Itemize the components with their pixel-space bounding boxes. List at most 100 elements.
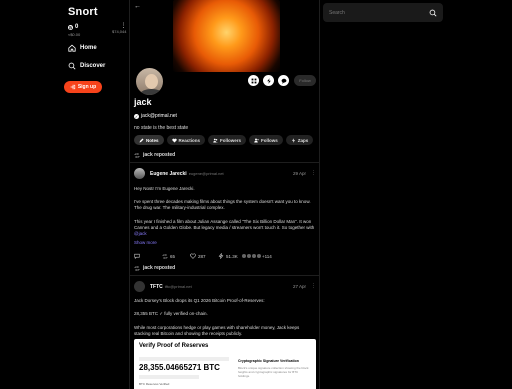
tab-follows[interactable]: Follows bbox=[249, 135, 283, 145]
tab-followers[interactable]: Followers bbox=[208, 135, 247, 145]
search-box[interactable] bbox=[323, 3, 443, 22]
verified-icon: ✓ bbox=[134, 113, 139, 119]
embed-text-placeholder bbox=[139, 357, 229, 361]
wallet-balance[interactable]: ₿ 0 ≈$0.00 bbox=[68, 24, 80, 38]
repost-header: jack reposted bbox=[134, 152, 175, 158]
note-text-line: Hey Nostr I'm Eugene Jarecki. bbox=[134, 186, 195, 191]
profile-name: jack bbox=[134, 97, 152, 107]
zap-icon bbox=[218, 253, 224, 259]
user-plus-icon bbox=[254, 138, 259, 142]
author-nip05: tftc@primal.net bbox=[164, 284, 192, 289]
note-date[interactable]: 27 Apr bbox=[293, 284, 306, 289]
repost-icon bbox=[162, 253, 168, 259]
nav-label: Discover bbox=[80, 63, 106, 69]
search-input[interactable] bbox=[329, 9, 419, 16]
zapper-avatar bbox=[242, 254, 246, 258]
zapper-avatar bbox=[257, 254, 261, 258]
author-nip05: eugene@primal.net bbox=[188, 171, 224, 176]
note-menu-icon[interactable]: ⋮ bbox=[311, 283, 316, 289]
zap-count: 51.3K bbox=[226, 253, 238, 259]
repost-label: jack reposted bbox=[143, 265, 176, 271]
show-more-link[interactable]: Show more bbox=[134, 240, 157, 245]
app-logo[interactable]: Snort bbox=[68, 6, 98, 18]
divider bbox=[130, 162, 319, 163]
note-text-paragraph: While most corporations hedge or play ga… bbox=[134, 325, 300, 337]
nav-label: Home bbox=[80, 45, 97, 51]
nip05-text: jack@primal.net bbox=[141, 113, 177, 119]
zapper-avatar bbox=[252, 254, 256, 258]
note-text-paragraph: I've spent three decades making films ab… bbox=[134, 199, 311, 211]
tab-reactions[interactable]: Reactions bbox=[166, 135, 206, 145]
note-text-paragraph: This year I finished a film about Julian… bbox=[134, 219, 316, 238]
search-icon bbox=[68, 62, 76, 70]
embedded-image[interactable]: Verify Proof of Reserves 28,355.04665271… bbox=[134, 339, 316, 389]
tab-label: Follows bbox=[261, 137, 278, 143]
heart-icon bbox=[171, 138, 177, 142]
like-button[interactable]: 287 bbox=[190, 253, 218, 259]
profile-avatar bbox=[134, 66, 165, 97]
users-icon bbox=[213, 138, 218, 142]
profile-column: ← Follow jack ✓ jack@primal.net no state… bbox=[129, 0, 320, 389]
login-icon bbox=[70, 84, 75, 90]
chat-icon bbox=[281, 78, 286, 84]
embed-right-text: Block's unique signature collection show… bbox=[238, 366, 309, 378]
left-sidebar: Snort ₿ 0 ≈$0.00 ⋮ $74,044 Home Discover… bbox=[0, 0, 129, 389]
embed-heading: Verify Proof of Reserves bbox=[139, 343, 209, 349]
note-date[interactable]: 29 Apr bbox=[293, 171, 306, 176]
tab-label: Reactions bbox=[178, 137, 201, 143]
qr-code-button[interactable] bbox=[248, 75, 259, 86]
tab-notes[interactable]: Notes bbox=[134, 135, 164, 145]
balance-value: 0 bbox=[75, 24, 79, 30]
profile-tabs: Notes Reactions Followers Follows Zaps bbox=[134, 135, 314, 145]
wallet-rate: ⋮ $74,044 bbox=[112, 23, 127, 34]
profile-about: no state is the best state bbox=[134, 125, 189, 131]
like-count: 287 bbox=[198, 253, 206, 259]
top-zappers[interactable]: +114 bbox=[242, 254, 272, 259]
nav-item-discover[interactable]: Discover bbox=[68, 62, 105, 70]
repost-label: jack reposted bbox=[143, 152, 176, 158]
reply-icon bbox=[134, 253, 140, 259]
zap-icon bbox=[266, 77, 271, 84]
tab-label: Followers bbox=[220, 137, 242, 143]
note-menu-icon[interactable]: ⋮ bbox=[311, 170, 316, 176]
qr-icon bbox=[251, 78, 256, 83]
follow-button[interactable]: Follow bbox=[294, 75, 316, 86]
reply-button[interactable] bbox=[134, 253, 162, 259]
repost-icon bbox=[134, 265, 140, 271]
back-arrow-icon[interactable]: ← bbox=[134, 3, 141, 10]
note-actions: 65 287 51.3K +114 bbox=[134, 253, 316, 259]
note-avatar[interactable] bbox=[134, 281, 145, 292]
tab-label: Notes bbox=[146, 137, 159, 143]
repost-count: 65 bbox=[170, 253, 176, 259]
note-text-span: This year I finished a film about Julian… bbox=[134, 219, 315, 231]
zap-button[interactable]: 51.3K bbox=[218, 253, 242, 259]
mention-link[interactable]: @jack bbox=[134, 231, 147, 236]
zap-icon bbox=[291, 137, 295, 143]
embed-amount: 28,355.04665271 BTC bbox=[139, 363, 220, 372]
note-avatar[interactable] bbox=[134, 168, 145, 179]
tab-zaps[interactable]: Zaps bbox=[285, 135, 314, 145]
btc-rate: $74,044 bbox=[112, 29, 127, 34]
heart-icon bbox=[190, 253, 196, 259]
repost-button[interactable]: 65 bbox=[162, 254, 190, 259]
repost-header: jack reposted bbox=[134, 265, 175, 271]
nav-item-home[interactable]: Home bbox=[68, 44, 97, 52]
note-author[interactable]: TFTC tftc@primal.net bbox=[150, 284, 192, 290]
profile-nip05[interactable]: ✓ jack@primal.net bbox=[134, 113, 177, 119]
zap-button[interactable] bbox=[263, 75, 274, 86]
signup-button[interactable]: Sign up bbox=[64, 81, 102, 93]
home-icon bbox=[68, 44, 76, 52]
author-name: TFTC bbox=[150, 284, 163, 290]
note-text-line: Jack Dorsey's Block drops its Q1 2026 Bi… bbox=[134, 298, 265, 303]
embed-text-placeholder bbox=[139, 375, 199, 379]
message-button[interactable] bbox=[278, 75, 289, 86]
signup-label: Sign up bbox=[77, 84, 97, 90]
embed-right-heading: Cryptographic Signature Verification bbox=[238, 359, 299, 363]
bitcoin-icon: ₿ bbox=[68, 24, 73, 30]
tab-label: Zaps bbox=[297, 137, 309, 143]
repost-icon bbox=[134, 152, 140, 158]
note-author[interactable]: Eugene Jarecki eugene@primal.net bbox=[150, 171, 224, 177]
pencil-icon bbox=[139, 138, 144, 142]
search-icon[interactable] bbox=[429, 9, 437, 17]
balance-fiat: ≈$0.00 bbox=[68, 32, 81, 37]
